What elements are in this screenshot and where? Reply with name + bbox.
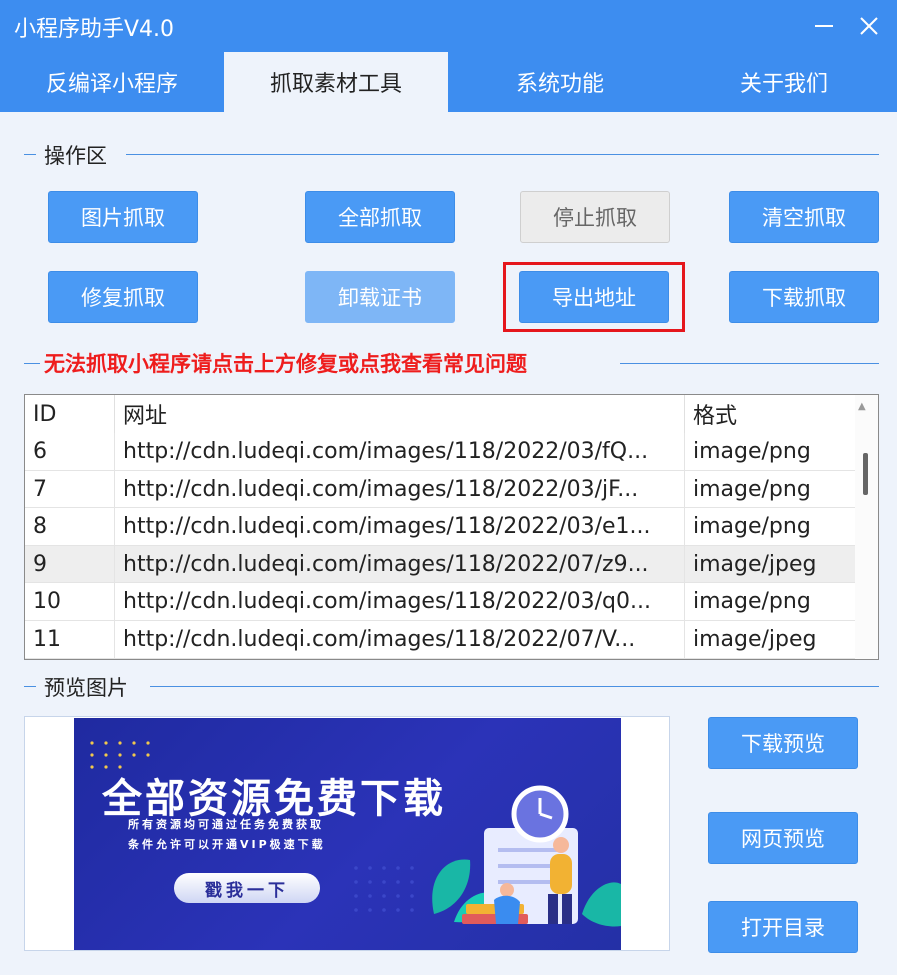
row-id: 9 <box>25 545 115 583</box>
minimize-icon[interactable] <box>806 8 842 44</box>
banner-line-2: 条件允许可以开通VIP极速下载 <box>128 838 326 851</box>
row-url: http://cdn.ludeqi.com/images/118/2022/03… <box>115 583 685 621</box>
open-folder-button[interactable]: 打开目录 <box>708 901 858 953</box>
tab-decompile[interactable]: 反编译小程序 <box>0 52 224 112</box>
scrollbar-thumb[interactable] <box>863 453 868 495</box>
tab-capture-tool[interactable]: 抓取素材工具 <box>224 52 448 112</box>
table-row[interactable]: 7 http://cdn.ludeqi.com/images/118/2022/… <box>25 470 855 509</box>
row-id: 6 <box>25 433 115 470</box>
tab-bar: 反编译小程序 抓取素材工具 系统功能 关于我们 <box>0 52 897 112</box>
table-row[interactable]: 10 http://cdn.ludeqi.com/images/118/2022… <box>25 583 855 621</box>
tab-system[interactable]: 系统功能 <box>448 52 672 112</box>
row-url: http://cdn.ludeqi.com/images/118/2022/03… <box>115 433 685 470</box>
row-id: 7 <box>25 470 115 508</box>
table-scrollbar[interactable] <box>855 395 878 659</box>
preview-divider-right <box>150 686 879 687</box>
row-format: image/png <box>693 476 811 502</box>
table-row[interactable]: 6 http://cdn.ludeqi.com/images/118/2022/… <box>25 433 855 471</box>
header-format[interactable]: 格式 <box>685 395 855 433</box>
tab-about[interactable]: 关于我们 <box>672 52 896 112</box>
capture-all-button[interactable]: 全部抓取 <box>305 191 455 243</box>
url-table: ID 网址 格式 6 http://cdn.ludeqi.com/images/… <box>24 394 879 660</box>
preview-pane: 全部资源免费下载 所有资源均可通过任务免费获取 条件允许可以开通VIP极速下载 … <box>24 716 670 951</box>
table-header: ID 网址 格式 <box>25 395 855 435</box>
header-url[interactable]: 网址 <box>115 395 685 433</box>
row-format: image/jpeg <box>693 551 817 577</box>
row-url: http://cdn.ludeqi.com/images/118/2022/07… <box>115 621 685 658</box>
row-format: image/png <box>693 439 811 464</box>
capture-images-button[interactable]: 图片抓取 <box>48 191 198 243</box>
window-title: 小程序助手V4.0 <box>14 17 175 42</box>
download-preview-button[interactable]: 下载预览 <box>708 717 858 769</box>
banner-illustration <box>90 741 621 927</box>
banner-line-1: 所有资源均可通过任务免费获取 <box>128 818 324 831</box>
ops-group-label: 操作区 <box>36 140 115 170</box>
row-format: image/png <box>693 514 811 540</box>
clear-capture-button[interactable]: 清空抓取 <box>729 191 879 243</box>
row-format: image/jpeg <box>693 627 817 652</box>
preview-banner-image: 全部资源免费下载 所有资源均可通过任务免费获取 条件允许可以开通VIP极速下载 … <box>74 718 621 950</box>
scroll-up-icon[interactable]: ▲ <box>858 401 866 412</box>
ops-divider-right <box>126 154 879 155</box>
repair-capture-button[interactable]: 修复抓取 <box>48 271 198 323</box>
close-icon[interactable] <box>851 8 887 44</box>
uninstall-cert-button[interactable]: 卸载证书 <box>305 271 455 323</box>
banner-cta-button[interactable]: 戳我一下 <box>174 873 320 903</box>
row-url: http://cdn.ludeqi.com/images/118/2022/03… <box>115 508 685 546</box>
table-row-selected[interactable]: 9 http://cdn.ludeqi.com/images/118/2022/… <box>25 545 855 584</box>
table-row[interactable]: 11 http://cdn.ludeqi.com/images/118/2022… <box>25 621 855 659</box>
row-format: image/png <box>693 589 811 615</box>
row-url: http://cdn.ludeqi.com/images/118/2022/07… <box>115 545 685 583</box>
stop-capture-button[interactable]: 停止抓取 <box>520 191 670 243</box>
title-bar: 小程序助手V4.0 <box>0 0 897 52</box>
row-id: 10 <box>25 583 115 621</box>
row-id: 11 <box>25 621 115 658</box>
web-preview-button[interactable]: 网页预览 <box>708 812 858 864</box>
highlight-box <box>503 262 685 332</box>
row-url: http://cdn.ludeqi.com/images/118/2022/03… <box>115 470 685 508</box>
row-id: 8 <box>25 508 115 546</box>
warning-divider-right <box>620 363 879 364</box>
preview-group-label: 预览图片 <box>36 672 136 702</box>
download-capture-button[interactable]: 下载抓取 <box>729 271 879 323</box>
warning-divider-left <box>24 363 40 364</box>
faq-warning-link[interactable]: 无法抓取小程序请点击上方修复或点我查看常见问题 <box>44 348 535 378</box>
table-row[interactable]: 8 http://cdn.ludeqi.com/images/118/2022/… <box>25 508 855 546</box>
header-id[interactable]: ID <box>25 395 115 433</box>
